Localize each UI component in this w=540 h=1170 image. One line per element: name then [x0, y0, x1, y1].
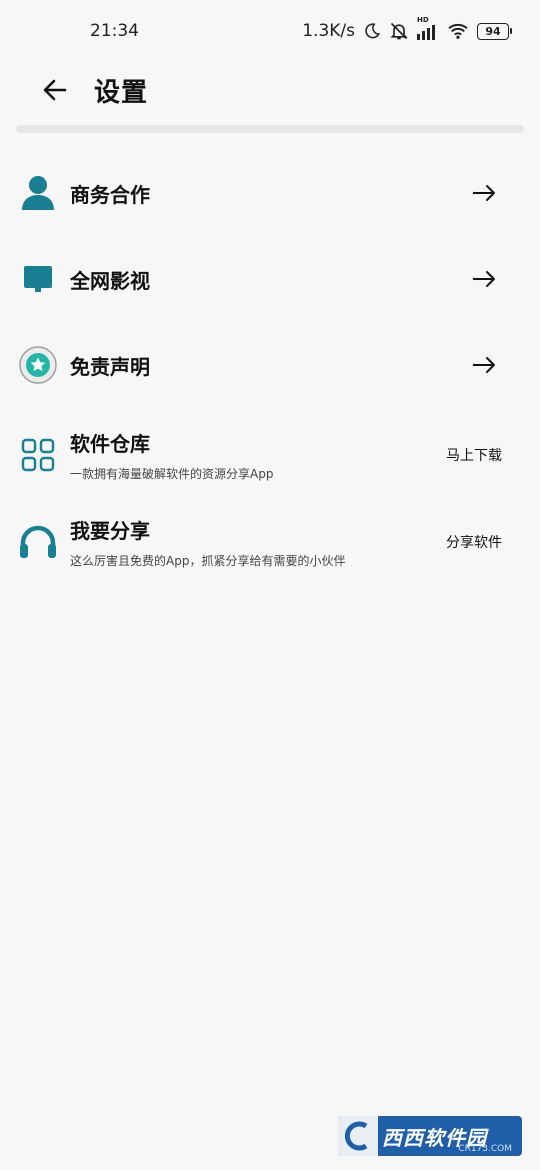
arrow-right-icon	[472, 270, 498, 288]
star-badge-icon	[18, 345, 58, 385]
grid-apps-icon	[18, 435, 58, 475]
menu-item-label: 商务合作	[70, 182, 150, 207]
status-time: 21:34	[90, 21, 139, 41]
menu-item-business[interactable]: 商务合作	[0, 170, 540, 216]
watermark-url: CR173.COM	[458, 1144, 512, 1154]
menu-item-label: 免责声明	[70, 354, 150, 379]
network-speed: 1.3K/s	[302, 21, 355, 41]
status-bar: 21:34 1.3K/s HD 94	[0, 0, 540, 62]
download-now-link[interactable]: 马上下载	[446, 445, 502, 465]
signal-icon: HD	[417, 16, 439, 40]
site-watermark: 西西软件园 CR173.COM	[338, 1116, 522, 1156]
status-icons: 1.3K/s HD 94	[302, 16, 512, 41]
headphones-icon	[18, 522, 58, 562]
share-software-link[interactable]: 分享软件	[446, 532, 502, 552]
menu-item-label: 我要分享	[70, 519, 150, 543]
battery-icon: 94	[477, 22, 512, 40]
app-bar: 设置	[0, 62, 540, 118]
watermark-logo-icon	[338, 1116, 378, 1156]
bell-muted-icon	[389, 21, 409, 41]
menu-item-videos[interactable]: 全网影视	[0, 256, 540, 302]
menu-item-share[interactable]: 我要分享 这么厉害且免费的App，抓紧分享给有需要的小伙伴 分享软件	[0, 512, 540, 572]
arrow-right-icon	[472, 356, 498, 374]
menu-item-label: 软件仓库	[70, 432, 150, 456]
page-title: 设置	[94, 77, 149, 108]
arrow-right-icon	[472, 184, 498, 202]
hd-label: HD	[417, 16, 429, 24]
arrow-left-icon	[43, 79, 67, 101]
user-icon	[18, 173, 58, 213]
battery-level: 94	[477, 22, 509, 40]
menu-item-description: 这么厉害且免费的App，抓紧分享给有需要的小伙伴	[70, 554, 346, 568]
menu-item-description: 一款拥有海量破解软件的资源分享App	[70, 467, 274, 481]
wifi-icon	[447, 22, 469, 40]
menu-item-label: 全网影视	[70, 268, 150, 293]
menu-item-disclaimer[interactable]: 免责声明	[0, 342, 540, 388]
menu-item-software-store[interactable]: 软件仓库 一款拥有海量破解软件的资源分享App 马上下载	[0, 425, 540, 485]
back-button[interactable]	[30, 65, 80, 115]
moon-icon	[363, 22, 381, 40]
monitor-icon	[18, 259, 58, 299]
header-divider	[16, 125, 524, 133]
